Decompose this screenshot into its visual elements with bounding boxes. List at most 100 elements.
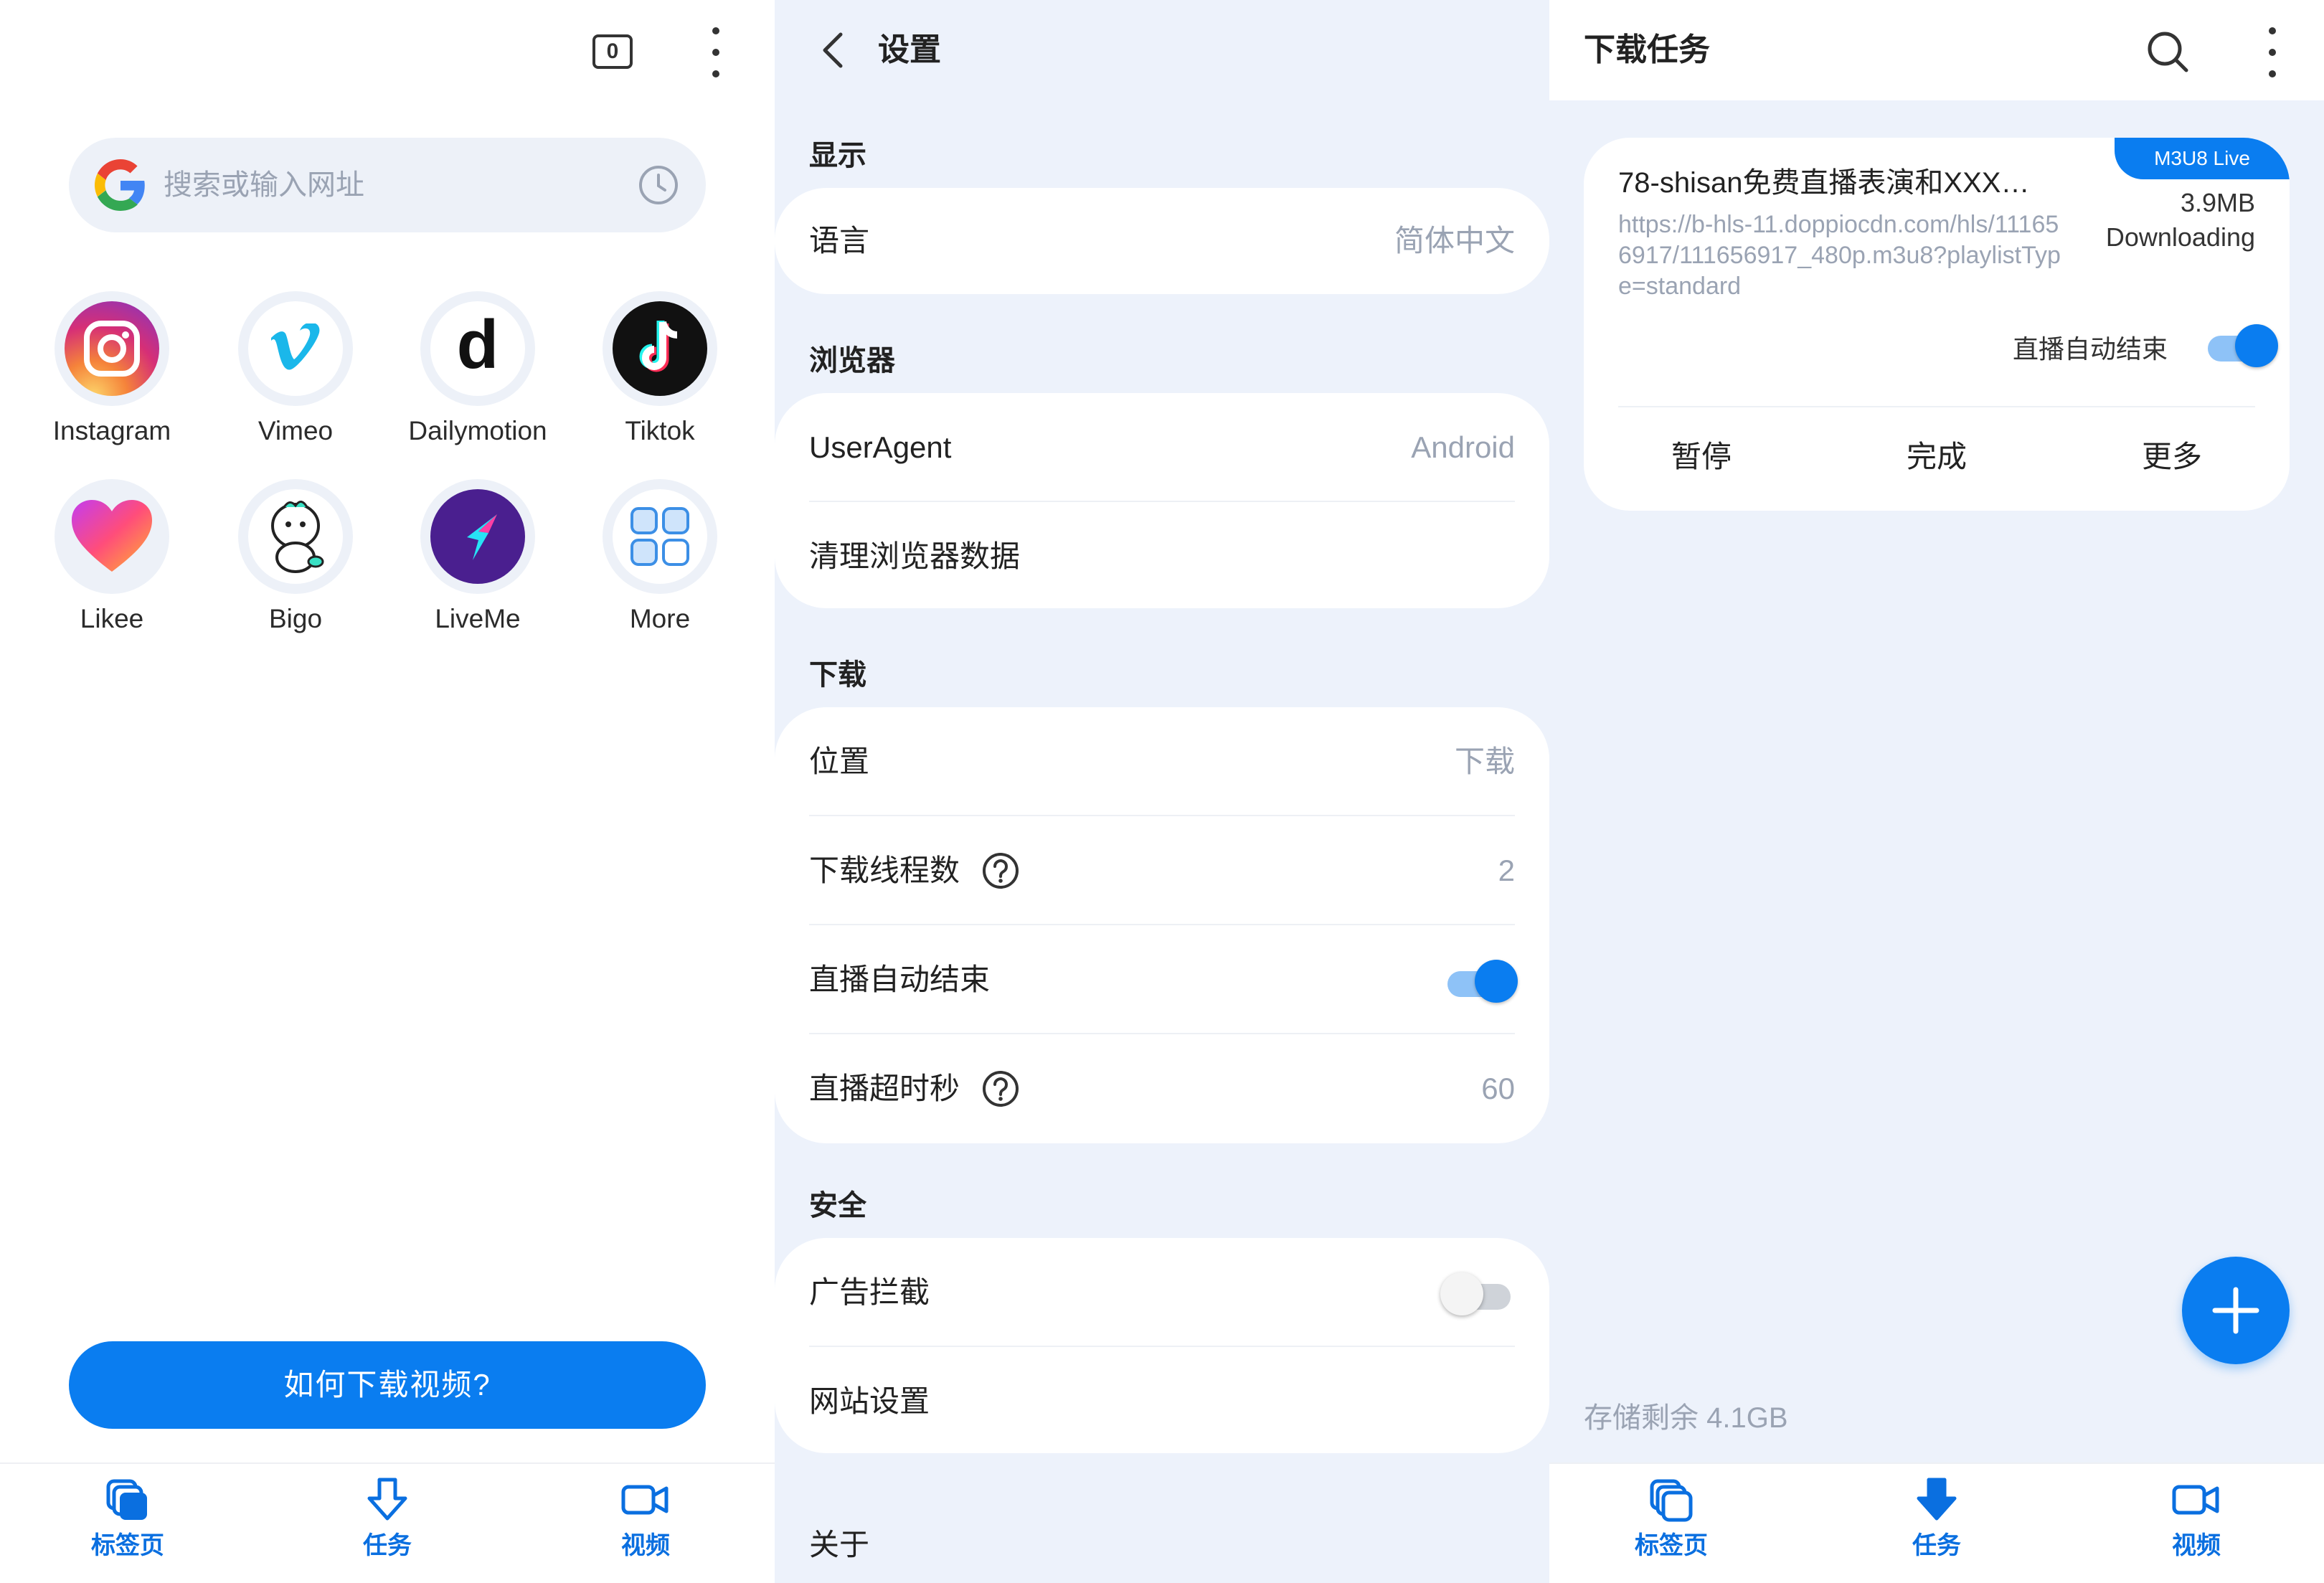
- live-timeout-label: 直播超时秒: [809, 1072, 960, 1105]
- location-label: 位置: [809, 745, 870, 778]
- app-shortcut-instagram[interactable]: Instagram: [33, 291, 191, 446]
- more-button[interactable]: 更多: [2054, 410, 2290, 504]
- download-arrow-icon: [1917, 1478, 1957, 1521]
- display-card: 语言 简体中文: [775, 188, 1549, 294]
- liveme-star-icon: [430, 489, 525, 584]
- tasks-header: 下载任务: [1549, 0, 2324, 100]
- task-status: Downloading: [2105, 222, 2255, 252]
- threads-label-wrap: 下载线程数: [809, 816, 1020, 925]
- pause-button[interactable]: 暂停: [1584, 410, 1819, 504]
- likee-heart-icon: [65, 489, 159, 584]
- help-question-icon[interactable]: [981, 851, 1020, 890]
- live-timeout-value: 60: [1481, 1072, 1515, 1105]
- nav-videos-label: 视频: [621, 1532, 670, 1559]
- task-autoend-toggle[interactable]: [2203, 324, 2278, 367]
- help-question-icon[interactable]: [981, 1069, 1020, 1108]
- download-task-card[interactable]: M3U8 Live 78-shisan免费直播表演和XXX… https://b…: [1584, 138, 2290, 511]
- app-label: Dailymotion: [408, 416, 547, 445]
- done-button[interactable]: 完成: [1819, 410, 2054, 504]
- page-title: 设置: [878, 32, 941, 67]
- nav-videos[interactable]: 视频: [2132, 1477, 2261, 1561]
- history-clock-icon[interactable]: [637, 164, 680, 207]
- app-shortcut-bigo[interactable]: Bigo: [217, 479, 374, 634]
- useragent-value: Android: [1411, 430, 1515, 464]
- tab-count-button[interactable]: 0: [592, 34, 633, 69]
- app-label: Tiktok: [625, 416, 695, 445]
- nav-tasks[interactable]: 任务: [323, 1477, 452, 1561]
- bottom-nav: 标签页 任务 视频: [0, 1462, 775, 1583]
- nav-tabs[interactable]: 标签页: [63, 1477, 192, 1561]
- download-arrow-icon: [367, 1478, 407, 1521]
- browser-card: UserAgent Android 清理浏览器数据: [775, 393, 1549, 608]
- site-settings-label: 网站设置: [809, 1384, 930, 1418]
- language-value: 简体中文: [1394, 224, 1515, 257]
- how-to-download-button[interactable]: 如何下载视频?: [69, 1341, 706, 1429]
- app-shortcut-dailymotion[interactable]: d Dailymotion: [399, 291, 557, 446]
- more-menu-icon[interactable]: [709, 27, 723, 77]
- threads-label: 下载线程数: [809, 854, 960, 887]
- app-shortcut-vimeo[interactable]: Vimeo: [217, 291, 374, 446]
- nav-videos[interactable]: 视频: [581, 1477, 710, 1561]
- app-shortcut-liveme[interactable]: LiveMe: [399, 479, 557, 634]
- video-camera-icon: [621, 1485, 669, 1515]
- download-tasks-panel: 下载任务 M3U8 Live 78-shisan免费直播表演和XXX… http…: [1549, 0, 2324, 1583]
- divider: [1618, 406, 2255, 407]
- search-input[interactable]: 搜索或输入网址: [69, 138, 706, 232]
- threads-value: 2: [1498, 854, 1515, 887]
- app-shortcut-tiktok[interactable]: Tiktok: [581, 291, 739, 446]
- instagram-icon: [65, 301, 159, 396]
- search-placeholder: 搜索或输入网址: [164, 169, 364, 201]
- task-autoend-label: 直播自动结束: [2012, 334, 2168, 364]
- tabs-stack-icon: [1650, 1479, 1693, 1522]
- nav-videos-label: 视频: [2172, 1532, 2221, 1559]
- bigo-mascot-icon: [248, 489, 343, 584]
- adblock-row[interactable]: 广告拦截: [809, 1238, 1515, 1347]
- live-autoend-toggle[interactable]: [1443, 960, 1518, 1003]
- download-card: 位置 下载 下载线程数 2 直播自动结束 直播超时秒 60: [775, 707, 1549, 1143]
- more-menu-icon[interactable]: [2265, 27, 2280, 77]
- vimeo-icon: [248, 301, 343, 396]
- nav-tasks[interactable]: 任务: [1872, 1477, 2001, 1561]
- home-panel: 0 搜索或输入网址 Instagram Vimeo d Dailymotion …: [0, 0, 775, 1583]
- page-title: 下载任务: [1584, 32, 1710, 67]
- language-row[interactable]: 语言 简体中文: [809, 188, 1515, 294]
- about-row[interactable]: 关于: [809, 1521, 869, 1564]
- task-size: 3.9MB: [2180, 188, 2255, 217]
- search-icon[interactable]: [2145, 29, 2191, 75]
- section-browser: 浏览器: [809, 345, 895, 377]
- back-arrow-icon[interactable]: [812, 29, 855, 72]
- clear-browser-data-row[interactable]: 清理浏览器数据: [809, 502, 1515, 611]
- tiktok-icon: [613, 301, 707, 396]
- storage-remaining: 存储剩余 4.1GB: [1584, 1402, 1788, 1434]
- nav-tabs-label: 标签页: [91, 1532, 164, 1559]
- settings-panel: 设置 显示 语言 简体中文 浏览器 UserAgent Android 清理浏览…: [775, 0, 1549, 1583]
- download-threads-row[interactable]: 下载线程数 2: [809, 816, 1515, 925]
- nav-tabs-label: 标签页: [1635, 1532, 1708, 1559]
- adblock-label: 广告拦截: [809, 1275, 930, 1309]
- nav-tasks-label: 任务: [1912, 1532, 1961, 1559]
- language-label: 语言: [809, 224, 870, 257]
- app-label: Bigo: [268, 604, 323, 633]
- location-row[interactable]: 位置 下载: [809, 707, 1515, 816]
- add-task-button[interactable]: [2182, 1257, 2290, 1364]
- useragent-label: UserAgent: [809, 430, 952, 464]
- plus-icon: [2212, 1287, 2259, 1334]
- nav-tabs[interactable]: 标签页: [1607, 1477, 1736, 1561]
- timeout-label-wrap: 直播超时秒: [809, 1034, 1020, 1143]
- app-shortcut-more[interactable]: More: [581, 479, 739, 634]
- clear-data-label: 清理浏览器数据: [809, 539, 1021, 573]
- adblock-toggle[interactable]: [1440, 1272, 1515, 1315]
- useragent-row[interactable]: UserAgent Android: [809, 393, 1515, 502]
- app-label: Vimeo: [258, 416, 334, 445]
- live-autoend-row[interactable]: 直播自动结束: [809, 925, 1518, 1034]
- site-settings-row[interactable]: 网站设置: [809, 1347, 1515, 1456]
- google-icon: [95, 159, 145, 211]
- bottom-nav: 标签页 任务 视频: [1549, 1462, 2324, 1583]
- app-label: Instagram: [52, 416, 171, 445]
- section-display: 显示: [809, 140, 866, 171]
- app-label: More: [629, 604, 691, 633]
- grid-apps-icon: [613, 489, 707, 584]
- live-autoend-label: 直播自动结束: [809, 963, 991, 996]
- app-shortcut-likee[interactable]: Likee: [33, 479, 191, 634]
- live-timeout-row[interactable]: 直播超时秒 60: [809, 1034, 1515, 1143]
